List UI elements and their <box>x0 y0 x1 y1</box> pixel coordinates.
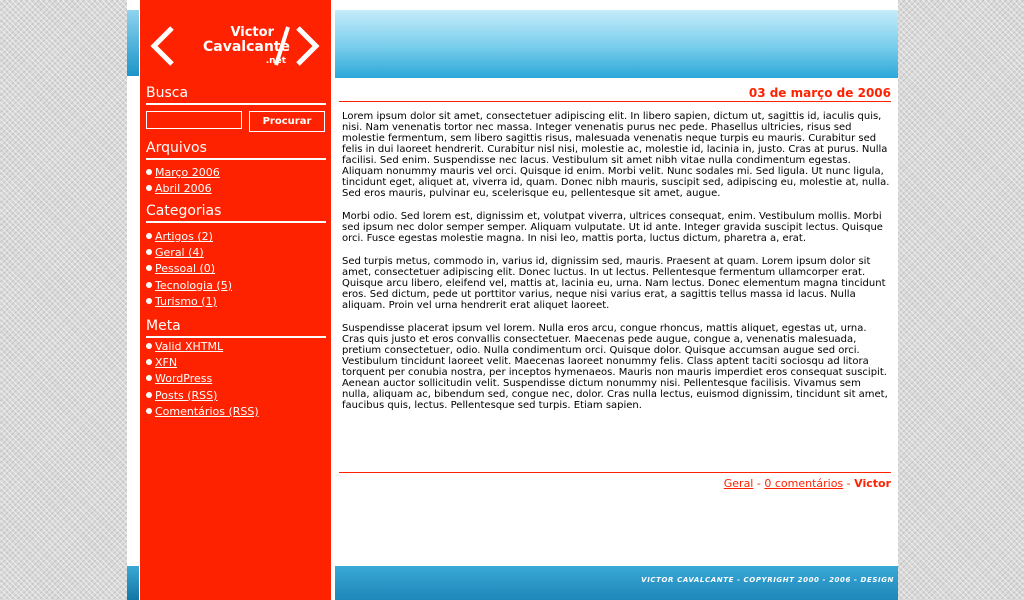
post-body: Lorem ipsum dolor sit amet, consectetuer… <box>342 111 890 423</box>
right-bracket-icon <box>296 26 320 66</box>
list-item: Artigos (2) <box>146 229 232 245</box>
bullet-icon <box>146 359 152 366</box>
bullet-icon <box>146 297 152 304</box>
list-item: Valid XHTML <box>146 339 259 355</box>
site-logo[interactable]: Victor Cavalcante .net <box>148 24 322 70</box>
list-item: Março 2006 <box>146 165 220 181</box>
search-button[interactable]: Procurar <box>249 111 325 132</box>
bullet-icon <box>146 407 152 414</box>
bullet-icon <box>146 185 152 192</box>
post-paragraph: Sed turpis metus, commodo in, varius id,… <box>342 256 886 311</box>
search-title: Busca <box>146 85 326 105</box>
header-banner <box>335 10 898 78</box>
page-container: Victor Cavalcante .net Busca Procurar Ar… <box>127 0 898 600</box>
footer: VICTOR CAVALCANTE - COPYRIGHT 2000 - 200… <box>335 566 898 600</box>
post-paragraph: Morbi odio. Sed lorem est, dignissim et,… <box>342 211 883 244</box>
category-link[interactable]: Pessoal (0) <box>155 262 215 275</box>
post-date: 03 de março de 2006 <box>339 86 891 102</box>
post-paragraph: Lorem ipsum dolor sit amet, consectetuer… <box>342 111 890 199</box>
meta-link[interactable]: WordPress <box>155 372 212 385</box>
meta-link[interactable]: XFN <box>155 356 177 369</box>
slash-icon <box>274 26 290 66</box>
meta-separator: - <box>843 477 855 490</box>
list-item: Geral (4) <box>146 245 232 261</box>
meta-link[interactable]: Posts (RSS) <box>155 389 217 402</box>
post-category-link[interactable]: Geral <box>724 477 754 490</box>
category-link[interactable]: Artigos (2) <box>155 230 213 243</box>
list-item: XFN <box>146 355 259 371</box>
meta-link[interactable]: Valid XHTML <box>155 340 223 353</box>
footer-credits: VICTOR CAVALCANTE - COPYRIGHT 2000 - 200… <box>641 576 894 584</box>
list-item: Posts (RSS) <box>146 388 259 404</box>
post-author: Victor <box>854 477 891 490</box>
list-item: Comentários (RSS) <box>146 404 259 420</box>
category-link[interactable]: Geral (4) <box>155 246 204 259</box>
bullet-icon <box>146 169 152 175</box>
archive-link[interactable]: Março 2006 <box>155 166 220 179</box>
bullet-icon <box>146 375 152 382</box>
left-stripe-top <box>127 10 139 76</box>
post-meta: Geral - 0 comentários - Victor <box>339 472 891 490</box>
left-stripe-bottom <box>127 566 139 600</box>
archive-link[interactable]: Abril 2006 <box>155 182 212 195</box>
category-link[interactable]: Turismo (1) <box>155 295 217 308</box>
list-item: Abril 2006 <box>146 181 220 197</box>
meta-separator: - <box>753 477 765 490</box>
bullet-icon <box>146 265 152 272</box>
bullet-icon <box>146 249 152 256</box>
archives-title: Arquivos <box>146 140 326 160</box>
meta-link[interactable]: Comentários (RSS) <box>155 405 259 418</box>
list-item: Pessoal (0) <box>146 261 232 277</box>
list-item: Turismo (1) <box>146 294 232 310</box>
categories-list: Artigos (2) Geral (4) Pessoal (0) Tecnol… <box>146 229 232 310</box>
left-bracket-icon <box>150 26 174 66</box>
bullet-icon <box>146 233 152 239</box>
post-comments-link[interactable]: 0 comentários <box>764 477 843 490</box>
category-link[interactable]: Tecnologia (5) <box>155 279 232 292</box>
list-item: WordPress <box>146 371 259 387</box>
list-item: Tecnologia (5) <box>146 278 232 294</box>
bullet-icon <box>146 281 152 288</box>
bullet-icon <box>146 391 152 398</box>
post-paragraph: Suspendisse placerat ipsum vel lorem. Nu… <box>342 323 888 411</box>
meta-list: Valid XHTML XFN WordPress Posts (RSS) Co… <box>146 339 259 420</box>
search-input[interactable] <box>146 111 242 129</box>
archives-list: Março 2006 Abril 2006 <box>146 165 220 197</box>
bullet-icon <box>146 343 152 349</box>
sidebar: Victor Cavalcante .net Busca Procurar Ar… <box>140 0 331 600</box>
meta-title: Meta <box>146 318 326 338</box>
categories-title: Categorias <box>146 203 326 223</box>
